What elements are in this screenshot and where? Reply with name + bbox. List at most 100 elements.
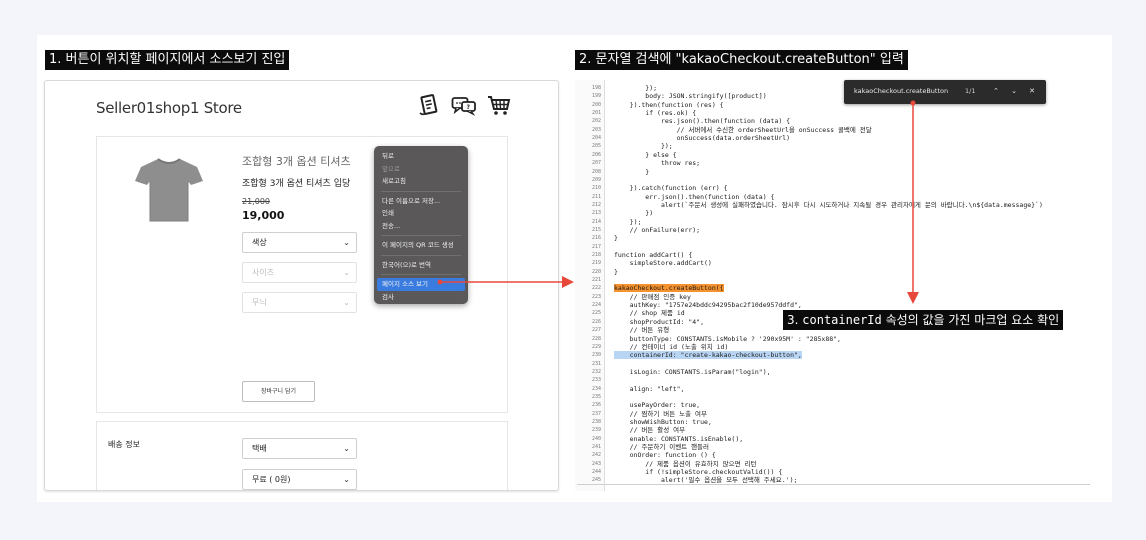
code-line: // onFailure(err);	[614, 225, 701, 234]
store-page-window: Seller01shop1 Store ? 조합형 3개 옵션 티셔츠 조합형 …	[44, 80, 559, 491]
code-line: // 버튼 유형	[614, 326, 670, 335]
shipping-method-select[interactable]: 택배 ⌄	[242, 438, 357, 459]
chevron-down-icon[interactable]: ⌄	[1008, 85, 1020, 97]
size-select-value: 사이즈	[252, 268, 275, 277]
code-line: body: JSON.stringify([product])	[614, 92, 767, 101]
line-number: 228	[591, 335, 601, 342]
line-number: 230	[591, 352, 601, 359]
code-line: // 버튼 활성 여부	[614, 426, 686, 435]
code-line: onSuccess(data.orderSheetUrl)	[614, 134, 791, 143]
line-number: 216	[591, 235, 601, 242]
chevron-down-icon: ⌄	[343, 475, 350, 484]
step1-label: 1. 버튼이 위치할 페이지에서 소스보기 진입	[45, 50, 290, 70]
line-number: 219	[591, 260, 601, 267]
code-line: });	[614, 84, 658, 92]
code-line: function addCart() {	[614, 251, 693, 259]
product-description: 조합형 3개 옵션 티셔츠 입당	[242, 179, 351, 189]
receipt-icon[interactable]	[417, 93, 441, 117]
line-number: 232	[591, 368, 601, 375]
line-number: 243	[591, 460, 601, 467]
code-line: usePayOrder: true,	[614, 401, 701, 410]
product-image[interactable]	[131, 151, 207, 227]
code-line: onOrder: function () {	[614, 451, 716, 460]
line-number: 210	[591, 185, 601, 192]
chat-icon[interactable]: ?	[451, 93, 477, 117]
menu-item: 앞으로	[382, 164, 400, 173]
line-number: 220	[591, 268, 601, 275]
code-line: simpleStore.addCart()	[614, 259, 712, 268]
line-number: 245	[591, 477, 601, 484]
line-number: 226	[591, 318, 601, 325]
find-input[interactable]: kakaoCheckout.createButton	[854, 87, 948, 95]
code-line: // 서버에서 수신한 orderSheetUrl을 onSuccess 콜백에…	[614, 125, 872, 134]
code-line: if (!simpleStore.checkoutValid()) {	[614, 468, 783, 477]
chevron-down-icon: ⌄	[343, 238, 350, 247]
menu-item[interactable]: 인쇄	[374, 207, 468, 220]
step2-label: 2. 문자열 검색에 "kakaoCheckout.createButton" …	[575, 50, 908, 70]
chevron-up-icon[interactable]: ⌃	[990, 85, 1002, 97]
line-number: 233	[591, 377, 601, 384]
line-number: 221	[591, 277, 601, 284]
code-line: showWishButton: true,	[614, 418, 712, 426]
menu-item[interactable]: 한국어(으)로 번역	[374, 259, 468, 272]
menu-separator	[381, 254, 461, 256]
line-number: 206	[591, 151, 601, 158]
find-match-count: 1/1	[965, 87, 976, 95]
code-line: isLogin: CONSTANTS.isParam("login"),	[614, 367, 771, 376]
shipping-label: 배송 정보	[108, 440, 140, 449]
color-select[interactable]: 색상 ⌄	[242, 232, 357, 253]
line-number: 204	[591, 135, 601, 142]
step3-label: 3. containerId 속성의 값을 가진 마크업 요소 확인	[783, 310, 1064, 330]
line-number: 225	[591, 310, 601, 317]
color-select-value: 색상	[252, 238, 267, 247]
line-number: 240	[591, 435, 601, 442]
menu-item-view-source[interactable]: 페이지 소스 보기	[377, 278, 465, 291]
shipping-fee-select[interactable]: 무료 ( 0원) ⌄	[242, 469, 357, 490]
code-line: alert('필수 옵션을 모두 선택해 주세요.');	[614, 476, 798, 485]
shipping-method-value: 택배	[252, 444, 267, 453]
code-line: // 찜하기 버튼 노출 여부	[614, 409, 707, 418]
original-price: 21,000	[242, 197, 270, 206]
store-title[interactable]: Seller01shop1 Store	[96, 99, 242, 117]
code-line: } else {	[614, 150, 677, 159]
menu-item[interactable]: 다른 이름으로 저장...	[374, 195, 468, 208]
line-number: 203	[591, 126, 601, 133]
code-line: align: "left",	[614, 384, 685, 393]
code-line: // shop 제품 id	[614, 309, 685, 318]
line-number: 205	[591, 143, 601, 150]
code-line-container-id: containerId: "create-kakao-checkout-butt…	[614, 351, 802, 360]
line-number: 229	[591, 343, 601, 350]
code-line: alert(`주문서 생성에 실패하였습니다. 잠시후 다시 시도하거나 지속될…	[614, 200, 1043, 209]
code-line: buttonType: CONSTANTS.isMobile ? '290x95…	[614, 334, 841, 343]
line-number: 198	[591, 85, 601, 91]
code-line: res.json().then(function (data) {	[614, 117, 791, 126]
code-line: // 컨테이너 id (노출 위치 id)	[614, 342, 729, 351]
shipping-section: 배송 정보 택배 ⌄ 무료 ( 0원) ⌄	[96, 421, 508, 490]
close-icon[interactable]: ✕	[1026, 85, 1038, 97]
code-line: // 제품 옵션이 유효하지 않으면 리턴	[614, 459, 757, 468]
line-number-gutter: 198 199 200 201 202 203 204 205 206 207 208 209 210 2…	[575, 80, 605, 491]
size-select[interactable]: 사이즈 ⌄	[242, 262, 357, 283]
menu-item[interactable]: 이 페이지의 QR 코드 생성	[374, 239, 468, 252]
step3-prefix: 3.	[787, 313, 803, 327]
code-line: authKey: "1757e24bddc94295bac2f10de957dd…	[614, 301, 802, 310]
svg-text:?: ?	[467, 104, 471, 111]
chevron-down-icon: ⌄	[343, 268, 350, 277]
menu-item[interactable]: 검사	[374, 291, 468, 304]
menu-separator	[381, 235, 461, 236]
menu-item[interactable]: 새로고침	[374, 175, 468, 188]
line-number: 209	[591, 176, 601, 183]
menu-item[interactable]: 전송...	[374, 220, 468, 233]
step3-suffix: 속성의 값을 가진 마크업 요소 확인	[881, 313, 1060, 327]
add-to-cart-button[interactable]: 장바구니 담기	[242, 381, 315, 402]
cart-icon[interactable]	[487, 93, 511, 117]
source-view: 198 199 200 201 202 203 204 205 206 207 208 209 210 2…	[575, 80, 1092, 491]
code-line-search-match: kakaoCheckout.createButton({	[614, 284, 724, 293]
pattern-select[interactable]: 무늬 ⌄	[242, 292, 357, 313]
line-number: 215	[591, 226, 601, 233]
line-number: 238	[591, 419, 601, 425]
code-line: }).then(function (res) {	[614, 100, 724, 109]
code-line: enable: CONSTANTS.isEnable(),	[614, 434, 744, 443]
line-number: 214	[591, 218, 601, 225]
menu-item[interactable]: 뒤로	[374, 150, 468, 163]
